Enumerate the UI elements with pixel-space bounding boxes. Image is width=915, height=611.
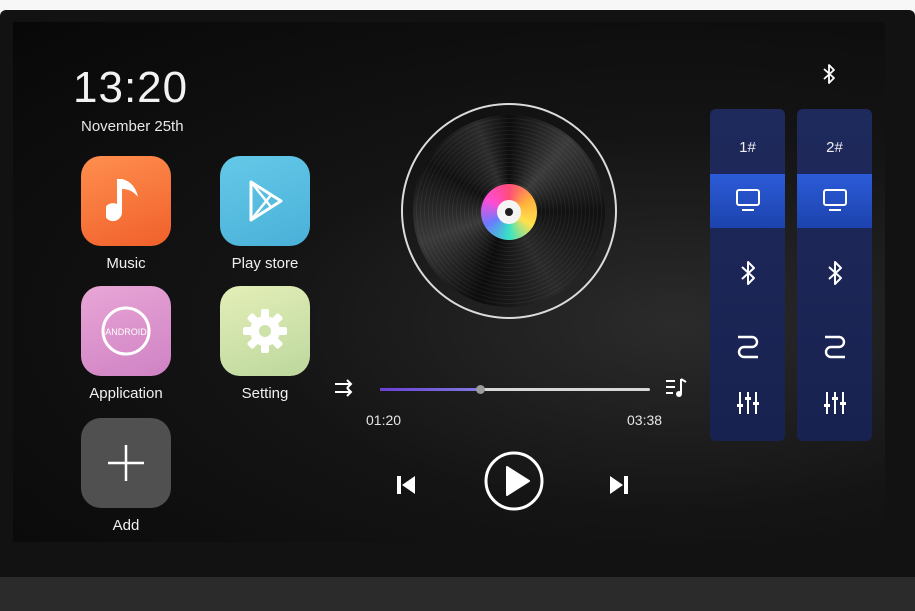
app-label: Setting	[241, 385, 289, 402]
screen-icon[interactable]	[797, 187, 872, 213]
progress-knob[interactable]	[475, 385, 485, 394]
app-application[interactable]: ANDROID Application	[71, 286, 181, 402]
next-icon[interactable]	[606, 473, 632, 497]
app-label: Play store	[231, 255, 299, 272]
progress-bar[interactable]	[380, 385, 650, 394]
android-icon[interactable]: ANDROID	[81, 286, 171, 376]
app-setting[interactable]: Setting	[210, 286, 320, 402]
play-icon[interactable]	[483, 450, 545, 512]
app-label: Add	[112, 517, 140, 534]
speaker-title: 2#	[826, 139, 843, 156]
equalizer-icon[interactable]	[710, 389, 785, 417]
bluetooth-icon[interactable]	[797, 259, 872, 287]
plus-icon[interactable]	[81, 418, 171, 508]
cable-icon[interactable]	[797, 331, 872, 359]
total-time: 03:38	[627, 412, 663, 428]
screen: 13:20 November 25th Music Play store AND…	[13, 22, 885, 542]
app-music[interactable]: Music	[71, 156, 181, 272]
previous-icon[interactable]	[393, 473, 419, 497]
device-bezel-bottom	[0, 577, 915, 611]
equalizer-icon[interactable]	[797, 389, 872, 417]
cable-icon[interactable]	[710, 331, 785, 359]
disc-hole	[505, 208, 513, 216]
progress-fill	[380, 388, 480, 391]
clock-date: November 25th	[81, 118, 184, 135]
bluetooth-icon[interactable]	[710, 259, 785, 287]
speaker-panel-1: 1#	[710, 109, 785, 441]
speaker-title: 1#	[739, 139, 756, 156]
clock-time: 13:20	[73, 63, 189, 112]
speaker-panel-2: 2#	[797, 109, 872, 441]
bluetooth-icon	[819, 62, 839, 86]
app-label: Application	[89, 385, 163, 402]
app-play-store[interactable]: Play store	[210, 156, 320, 272]
elapsed-time: 01:20	[366, 412, 402, 428]
gear-icon[interactable]	[220, 286, 310, 376]
app-add[interactable]: Add	[71, 418, 181, 534]
app-label: Music	[106, 255, 146, 272]
shuffle-icon[interactable]	[333, 377, 357, 399]
screen-icon[interactable]	[710, 187, 785, 213]
playlist-icon[interactable]	[664, 376, 690, 400]
play-store-icon[interactable]	[220, 156, 310, 246]
music-note-icon[interactable]	[81, 156, 171, 246]
android-logo-text: ANDROID	[105, 327, 147, 337]
